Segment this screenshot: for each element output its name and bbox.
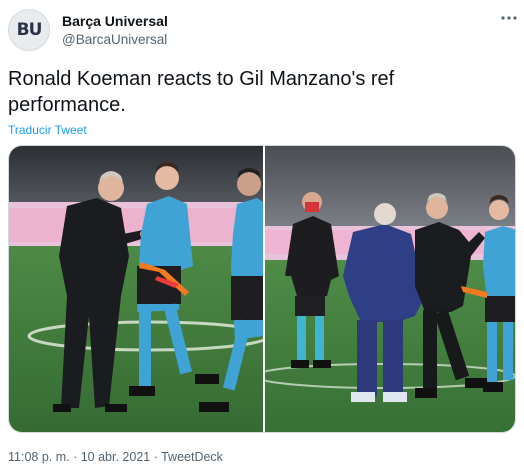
avatar[interactable]: BU (8, 9, 50, 51)
photo-right[interactable] (265, 146, 516, 433)
translate-tweet-link[interactable]: Traducir Tweet (8, 123, 87, 137)
tweet-card: BU Barça Universal @BarcaUniversal Ronal… (0, 0, 524, 470)
tweet-text: Ronald Koeman reacts to Gil Manzano's re… (8, 68, 395, 116)
tweet-media[interactable] (8, 145, 516, 433)
account-handle[interactable]: @BarcaUniversal (62, 32, 167, 47)
tweet-timestamp[interactable]: 11:08 p. m. · 10 abr. 2021 · TweetDeck (8, 450, 223, 464)
avatar-logo-text: BU (16, 20, 43, 40)
photo-left[interactable] (9, 146, 263, 433)
more-dots-icon[interactable] (498, 10, 520, 26)
account-name[interactable]: Barça Universal (62, 13, 168, 29)
